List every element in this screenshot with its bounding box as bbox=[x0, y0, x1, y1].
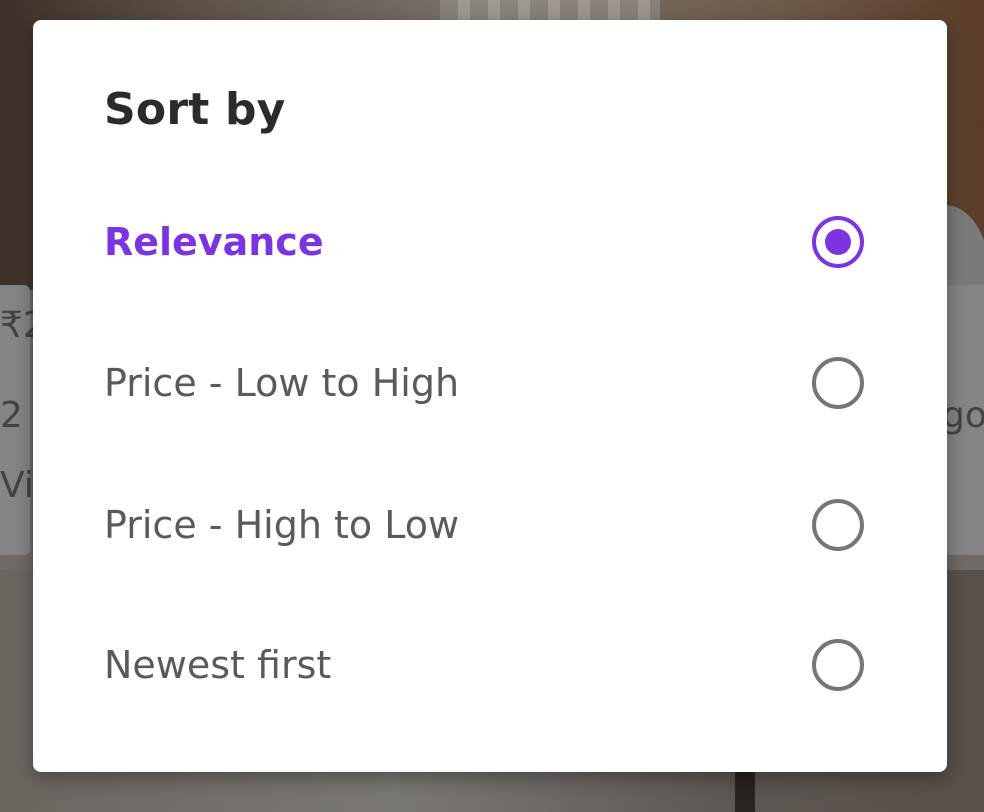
sort-option-price-low-to-high[interactable]: Price - Low to High bbox=[33, 323, 947, 443]
radio-unselected-icon[interactable] bbox=[812, 639, 864, 691]
sort-option-label: Price - Low to High bbox=[104, 361, 460, 405]
screen: ₹2 2 Vi go Sort by Relevance Price - Low… bbox=[0, 0, 984, 812]
sort-option-price-high-to-low[interactable]: Price - High to Low bbox=[33, 465, 947, 585]
background-card-text-line3: Vi bbox=[0, 465, 34, 506]
sort-option-label: Price - High to Low bbox=[104, 503, 460, 547]
background-shelf bbox=[440, 0, 660, 22]
sort-option-relevance[interactable]: Relevance bbox=[33, 182, 947, 302]
sort-dialog: Sort by Relevance Price - Low to High Pr… bbox=[33, 20, 947, 772]
radio-unselected-icon[interactable] bbox=[812, 499, 864, 551]
background-post bbox=[735, 772, 755, 812]
sort-option-label: Relevance bbox=[104, 220, 324, 264]
background-card-text-line2: 2 bbox=[0, 395, 23, 436]
dialog-title: Sort by bbox=[104, 84, 286, 135]
background-card-right-text: go bbox=[942, 395, 984, 436]
sort-option-label: Newest first bbox=[104, 643, 332, 687]
radio-dot-icon bbox=[825, 229, 851, 255]
sort-option-newest-first[interactable]: Newest first bbox=[33, 605, 947, 725]
radio-unselected-icon[interactable] bbox=[812, 357, 864, 409]
radio-selected-icon[interactable] bbox=[812, 216, 864, 268]
